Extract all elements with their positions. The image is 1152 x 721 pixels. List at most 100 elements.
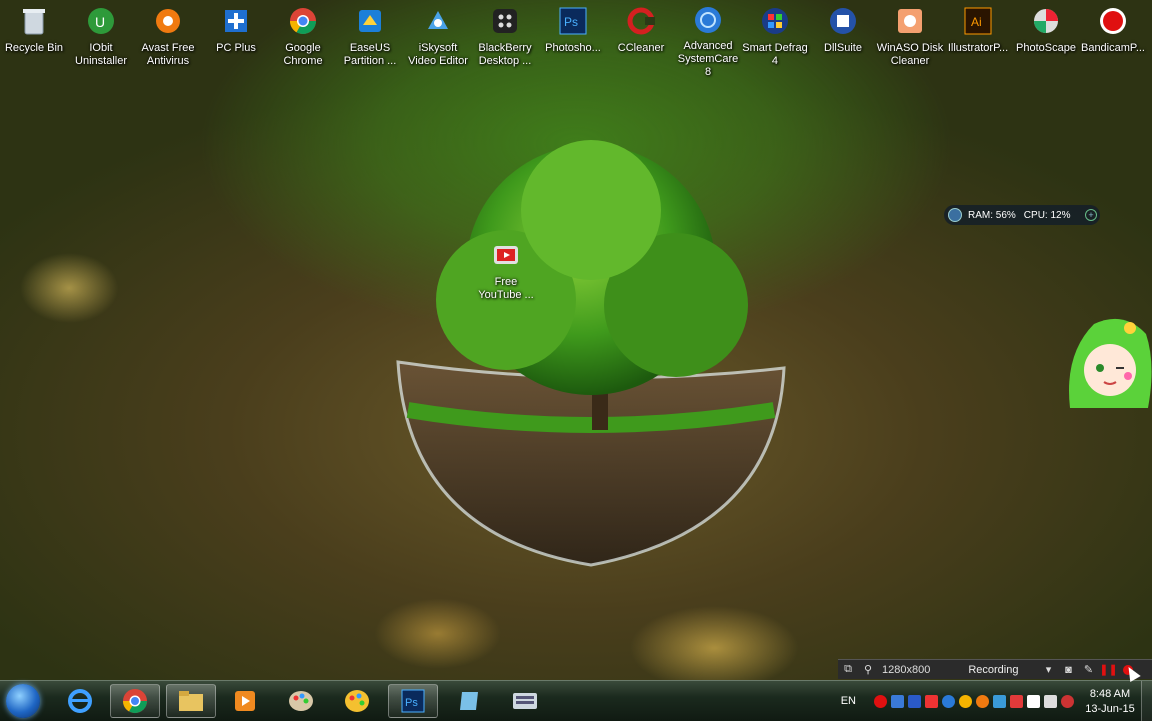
desktop-icon-dllsuite[interactable]: DllSuite [809,4,877,70]
desktop-icon-label: IObit Uninstaller [75,42,127,67]
system-monitor-widget[interactable]: RAM: 56% CPU: 12% + [944,205,1100,225]
folder-icon [179,691,203,711]
desktop-icon-easeus[interactable]: EaseUS Partition ... [336,4,404,70]
clock-time: 8:48 AM [1089,688,1131,700]
notes-icon [460,692,478,710]
desktop-icon-label: Smart Defrag 4 [742,42,808,67]
avast-icon [153,6,183,36]
desktop-icon-label: IllustratorP... [947,42,1009,54]
taskbar-file-explorer[interactable] [166,684,216,718]
desktop-icon-bandicam[interactable]: BandicamP... [1079,4,1147,70]
photoshop-icon: Ps [558,6,588,36]
gauge-icon [948,208,962,222]
avast-tray-icon[interactable] [976,694,989,708]
free-youtube-icon [491,240,521,270]
wallpaper-tree-globe [396,140,786,567]
desktop-icon-label: iSkysoft Video Editor [408,42,468,67]
desktop-icon-photoshop[interactable]: Ps Photosho... [539,4,607,70]
desktop-icons-row: Recycle Bin U IObit Uninstaller Avast Fr… [0,4,1152,78]
tray-app-icon[interactable] [908,694,921,708]
smart-defrag-icon [760,6,790,36]
start-button[interactable] [6,684,40,718]
paint-palette-icon [289,691,313,711]
taskbar-internet-explorer[interactable] [55,684,105,718]
desktop-icon-recycle-bin[interactable]: Recycle Bin [0,4,68,70]
network-icon[interactable] [1027,694,1040,708]
desktop-icon-label: PC Plus [216,42,256,54]
svg-text:Ps: Ps [405,697,418,709]
color-palette-icon [345,690,369,712]
recycle-bin-icon [19,6,49,36]
systemcare-tray-icon[interactable] [942,694,955,708]
chevron-down-icon[interactable]: ▾ [1041,663,1055,677]
svg-text:U: U [95,14,105,30]
bandicam-tray-icon[interactable] [874,694,887,708]
desktop-icon-label: Free YouTube ... [478,276,534,301]
internet-explorer-icon [68,689,92,713]
desktop-icon-avast[interactable]: Avast Free Antivirus [134,4,202,70]
desktop-icon-label: DllSuite [824,42,862,54]
media-player-icon [235,691,255,711]
clock-date: 13-Jun-15 [1085,703,1135,715]
recording-resolution: 1280x800 [882,663,931,676]
ram-usage: RAM: 56% [968,209,1016,221]
desktop-icon-illustrator[interactable]: Ai IllustratorP... [944,4,1012,70]
desktop-icon-pc-plus[interactable]: PC Plus [202,4,270,70]
system-tray: EN [841,681,1076,721]
clock[interactable]: 8:48 AM 13-Jun-15 [1080,687,1140,717]
desktop-icon-label: Recycle Bin [4,42,64,54]
desktop-icon-label: PhotoScape [1016,42,1076,54]
desktop-icon-free-youtube[interactable]: Free YouTube ... [472,238,540,304]
language-indicator[interactable]: EN [841,695,856,707]
taskbar-paint[interactable] [276,684,326,718]
tray-app-icon[interactable] [959,694,972,708]
window-mode-icon[interactable]: ⧉ [841,663,855,677]
taskbar-paint-color[interactable] [332,684,382,718]
mascot-gadget[interactable] [1064,314,1152,408]
desktop-icon-label: EaseUS Partition ... [343,42,397,67]
winaso-icon [895,6,925,36]
expand-icon[interactable]: + [1085,209,1097,221]
taskbar-notes[interactable] [444,684,494,718]
desktop-icon-label: Avast Free Antivirus [141,42,195,67]
volume-icon[interactable] [1044,694,1057,708]
desktop-icon-iskysoft[interactable]: iSkysoft Video Editor [404,4,472,70]
ccleaner-icon [626,6,656,36]
pc-plus-icon [221,6,251,36]
ccleaner-tray-icon[interactable] [925,694,938,708]
zoom-icon[interactable]: ⚲ [861,663,875,677]
desktop-icon-chrome[interactable]: Google Chrome [269,4,337,70]
tray-app-icon[interactable] [891,694,904,708]
illustrator-icon: Ai [963,6,993,36]
dllsuite-icon [828,6,858,36]
pause-icon[interactable]: ❚❚ [1099,663,1117,677]
desktop-icon-label: Photosho... [545,42,601,54]
desktop-icon-iobit-uninstaller[interactable]: U IObit Uninstaller [67,4,135,70]
camera-icon[interactable]: ◙ [1061,663,1075,677]
taskbar-photoshop[interactable]: Ps [388,684,438,718]
taskbar-keyboard-app[interactable] [500,684,550,718]
desktop-icon-blackberry[interactable]: BlackBerry Desktop ... [471,4,539,70]
desktop-icon-smart-defrag[interactable]: Smart Defrag 4 [741,4,809,70]
desktop-icon-advanced-systemcare[interactable]: Advanced SystemCare 8 [674,4,742,78]
desktop-icon-label: BandicamP... [1080,42,1145,54]
blackberry-icon [490,6,520,36]
show-desktop-button[interactable] [1141,681,1152,721]
desktop-icon-winaso[interactable]: WinASO Disk Cleaner [876,4,944,70]
recorder-control-bar: ⧉ ⚲ 1280x800 Recording ▾ ◙ ✎ ❚❚ [838,659,1152,679]
desktop-icon-photoscape[interactable]: PhotoScape [1012,4,1080,70]
pencil-icon[interactable]: ✎ [1081,663,1095,677]
taskbar-media-player[interactable] [220,684,270,718]
flag-icon[interactable] [1061,694,1074,708]
svg-text:Ai: Ai [971,15,982,29]
desktop-icon-label: Google Chrome [283,42,323,67]
desktop-icon-label: CCleaner [617,42,665,54]
desktop-icon-ccleaner[interactable]: CCleaner [607,4,675,70]
photoscape-icon [1031,6,1061,36]
taskbar-chrome[interactable] [110,684,160,718]
easeus-icon [355,6,385,36]
tray-app-icon[interactable] [1010,694,1023,708]
tray-app-icon[interactable] [993,694,1006,708]
cpu-usage: CPU: 12% [1023,209,1071,221]
recording-status: Recording [968,663,1019,676]
